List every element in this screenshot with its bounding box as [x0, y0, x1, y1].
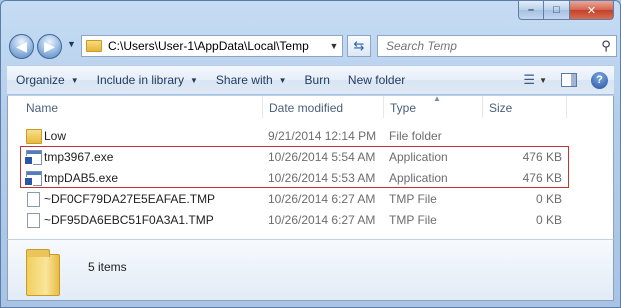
burn-label: Burn: [304, 73, 330, 87]
include-in-library-button[interactable]: Include in library ▼: [88, 73, 207, 87]
address-path[interactable]: C:\Users\User-1\AppData\Local\Temp: [108, 39, 326, 53]
view-controls: ☰ ▼ ?: [523, 71, 614, 89]
file-icon: [27, 192, 40, 207]
file-date: 10/26/2014 6:27 AM: [268, 213, 376, 227]
command-bar: Organize ▼ Include in library ▼ Share with…: [7, 65, 614, 95]
address-dropdown-icon[interactable]: ▼: [326, 41, 342, 51]
chevron-down-icon: ▼: [190, 75, 198, 85]
folder-icon: [26, 249, 60, 296]
details-pane: 5 items: [7, 239, 614, 301]
file-date: 10/26/2014 6:27 AM: [268, 192, 376, 206]
explorer-window: – □ ✕ ◀ ▶ ▼ C:\Users\User-1\AppData\Loca…: [0, 0, 621, 308]
share-with-label: Share with: [215, 73, 273, 87]
file-name: tmp3967.exe: [44, 150, 114, 164]
chevron-down-icon: ▼: [70, 75, 79, 85]
file-name: Low: [44, 129, 67, 143]
help-icon[interactable]: ?: [591, 71, 608, 89]
include-in-library-label: Include in library: [96, 73, 184, 87]
burn-button[interactable]: Burn: [296, 73, 339, 87]
file-name: ~DF95DA6EBC51F0A3A1.TMP: [44, 213, 214, 227]
list-item-tmpdab5-exe[interactable]: tmpDAB5.exe 10/26/2014 5:53 AM Applicati…: [8, 168, 613, 189]
search-icon[interactable]: ⚲: [596, 38, 616, 54]
exe-icon: [24, 150, 42, 165]
close-button[interactable]: ✕: [570, 1, 614, 20]
list-item-tmp-file-1[interactable]: ~DF0CF79DA27E5EAFAE.TMP 10/26/2014 6:27 …: [8, 189, 613, 210]
chevron-down-icon: ▼: [278, 75, 287, 85]
organize-button[interactable]: Organize ▼: [7, 73, 88, 87]
file-size: 476 KB: [522, 150, 562, 164]
back-button[interactable]: ◀: [9, 34, 34, 59]
new-folder-button[interactable]: New folder: [339, 73, 414, 87]
file-size: [488, 126, 562, 147]
file-type: Application: [389, 150, 448, 164]
column-header-name[interactable]: Name: [20, 96, 263, 118]
file-date: 10/26/2014 5:54 AM: [268, 150, 376, 164]
minimize-button[interactable]: –: [518, 1, 544, 20]
navigation-bar: ◀ ▶ ▼ C:\Users\User-1\AppData\Local\Temp…: [7, 31, 617, 61]
column-header-date-modified[interactable]: Date modified: [263, 96, 384, 118]
file-name: tmpDAB5.exe: [44, 171, 119, 185]
file-name: ~DF0CF79DA27E5EAFAE.TMP: [44, 192, 216, 206]
file-icon: [27, 213, 40, 228]
list-item-tmp-file-2[interactable]: ~DF95DA6EBC51F0A3A1.TMP 10/26/2014 6:27 …: [8, 210, 613, 231]
search-box[interactable]: ⚲: [377, 35, 617, 57]
file-type: TMP File: [389, 192, 437, 206]
folder-icon: [86, 40, 102, 52]
folder-icon: [26, 129, 42, 144]
forward-button[interactable]: ▶: [37, 34, 62, 59]
file-date: 10/26/2014 5:53 AM: [268, 171, 376, 185]
sort-indicator-icon: ▲: [433, 94, 441, 103]
file-type: File folder: [389, 129, 442, 143]
file-list: Name Date modified Type Size ▲ Low 9/21/…: [7, 94, 614, 239]
organize-label: Organize: [16, 73, 65, 87]
file-type: Application: [389, 171, 448, 185]
refresh-button[interactable]: ⇆: [347, 35, 371, 57]
recent-pages-dropdown-icon[interactable]: ▼: [67, 39, 76, 49]
maximize-button[interactable]: □: [544, 1, 570, 20]
column-header-size[interactable]: Size: [483, 96, 567, 118]
new-folder-label: New folder: [347, 73, 406, 87]
file-type: TMP File: [389, 213, 437, 227]
change-view-icon[interactable]: ☰: [523, 72, 535, 88]
item-count: 5 items: [88, 260, 127, 274]
file-size: 0 KB: [535, 192, 562, 206]
share-with-button[interactable]: Share with ▼: [207, 73, 296, 87]
exe-icon: [24, 171, 42, 186]
file-date: 9/21/2014 12:14 PM: [268, 129, 377, 143]
view-options-dropdown-icon[interactable]: ▼: [539, 76, 547, 85]
caption-buttons: – □ ✕: [518, 1, 614, 21]
list-item-tmp3967-exe[interactable]: tmp3967.exe 10/26/2014 5:54 AM Applicati…: [8, 147, 613, 168]
column-headers: Name Date modified Type Size ▲: [8, 94, 613, 118]
address-bar[interactable]: C:\Users\User-1\AppData\Local\Temp ▼: [81, 35, 343, 57]
file-size: 0 KB: [535, 213, 562, 227]
file-size: 476 KB: [522, 171, 562, 185]
refresh-icon: ⇆: [353, 38, 365, 53]
preview-pane-icon[interactable]: [561, 73, 577, 87]
list-item-low[interactable]: Low 9/21/2014 12:14 PM File folder: [8, 126, 613, 147]
search-input[interactable]: [386, 39, 596, 53]
